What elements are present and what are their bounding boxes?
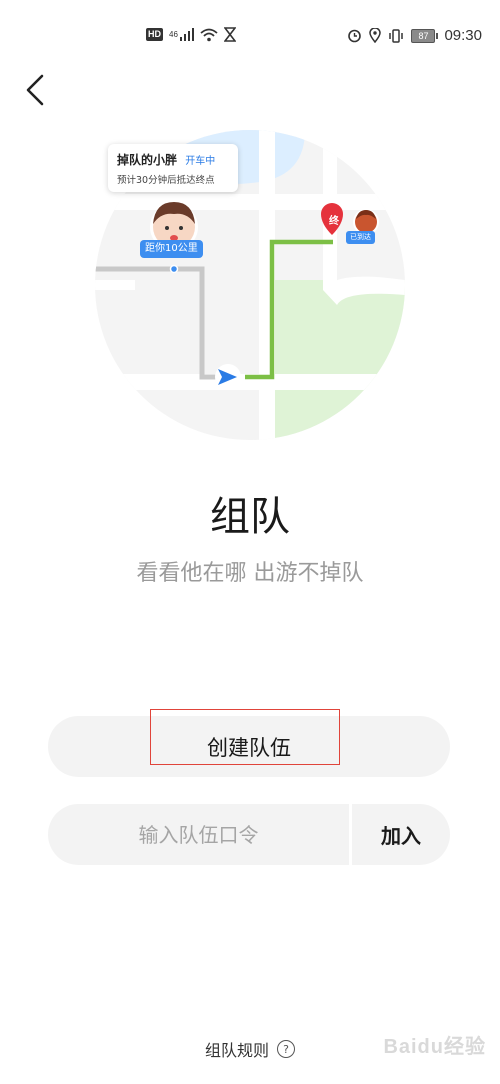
member-name: 掉队的小胖 bbox=[117, 153, 178, 167]
hd-badge: HD bbox=[146, 28, 163, 41]
member-card: 掉队的小胖 开车中 预计30分钟后抵达终点 bbox=[108, 144, 238, 192]
status-time: 09:30 bbox=[444, 27, 482, 44]
team-code-input[interactable] bbox=[48, 804, 349, 865]
watermark: Baidu经验 bbox=[383, 1036, 486, 1058]
join-button[interactable]: 加入 bbox=[352, 804, 450, 865]
end-pin-label: 终 bbox=[329, 216, 339, 227]
join-team-row: 加入 bbox=[48, 804, 450, 865]
member-status: 开车中 bbox=[185, 156, 216, 167]
location-icon bbox=[369, 28, 382, 43]
status-bar: HD 46 87 09:30 bbox=[0, 0, 500, 72]
chevron-left-icon bbox=[26, 74, 44, 106]
back-button[interactable] bbox=[20, 74, 52, 106]
map-park bbox=[275, 280, 405, 440]
question-icon: ? bbox=[277, 1040, 295, 1058]
wifi-icon bbox=[200, 28, 218, 41]
battery-icon: 87 bbox=[411, 28, 439, 43]
hourglass-icon bbox=[223, 27, 236, 42]
member-eta: 预计30分钟后抵达终点 bbox=[117, 175, 215, 186]
vibrate-icon bbox=[389, 28, 404, 43]
status-right: 87 09:30 bbox=[347, 27, 482, 44]
alarm-icon bbox=[348, 29, 362, 43]
team-rules-label: 组队规则 bbox=[204, 1041, 269, 1060]
network-type: 46 bbox=[169, 30, 178, 39]
signal-icon bbox=[179, 28, 194, 41]
arrived-label: 已到达 bbox=[346, 231, 375, 244]
page-subtitle: 看看他在哪 出游不掉队 bbox=[136, 561, 364, 586]
create-team-button[interactable]: 创建队伍 bbox=[48, 716, 450, 777]
status-left: HD 46 bbox=[146, 27, 236, 42]
distance-label: 距你10公里 bbox=[140, 240, 203, 258]
page-title: 组队 bbox=[210, 494, 290, 540]
